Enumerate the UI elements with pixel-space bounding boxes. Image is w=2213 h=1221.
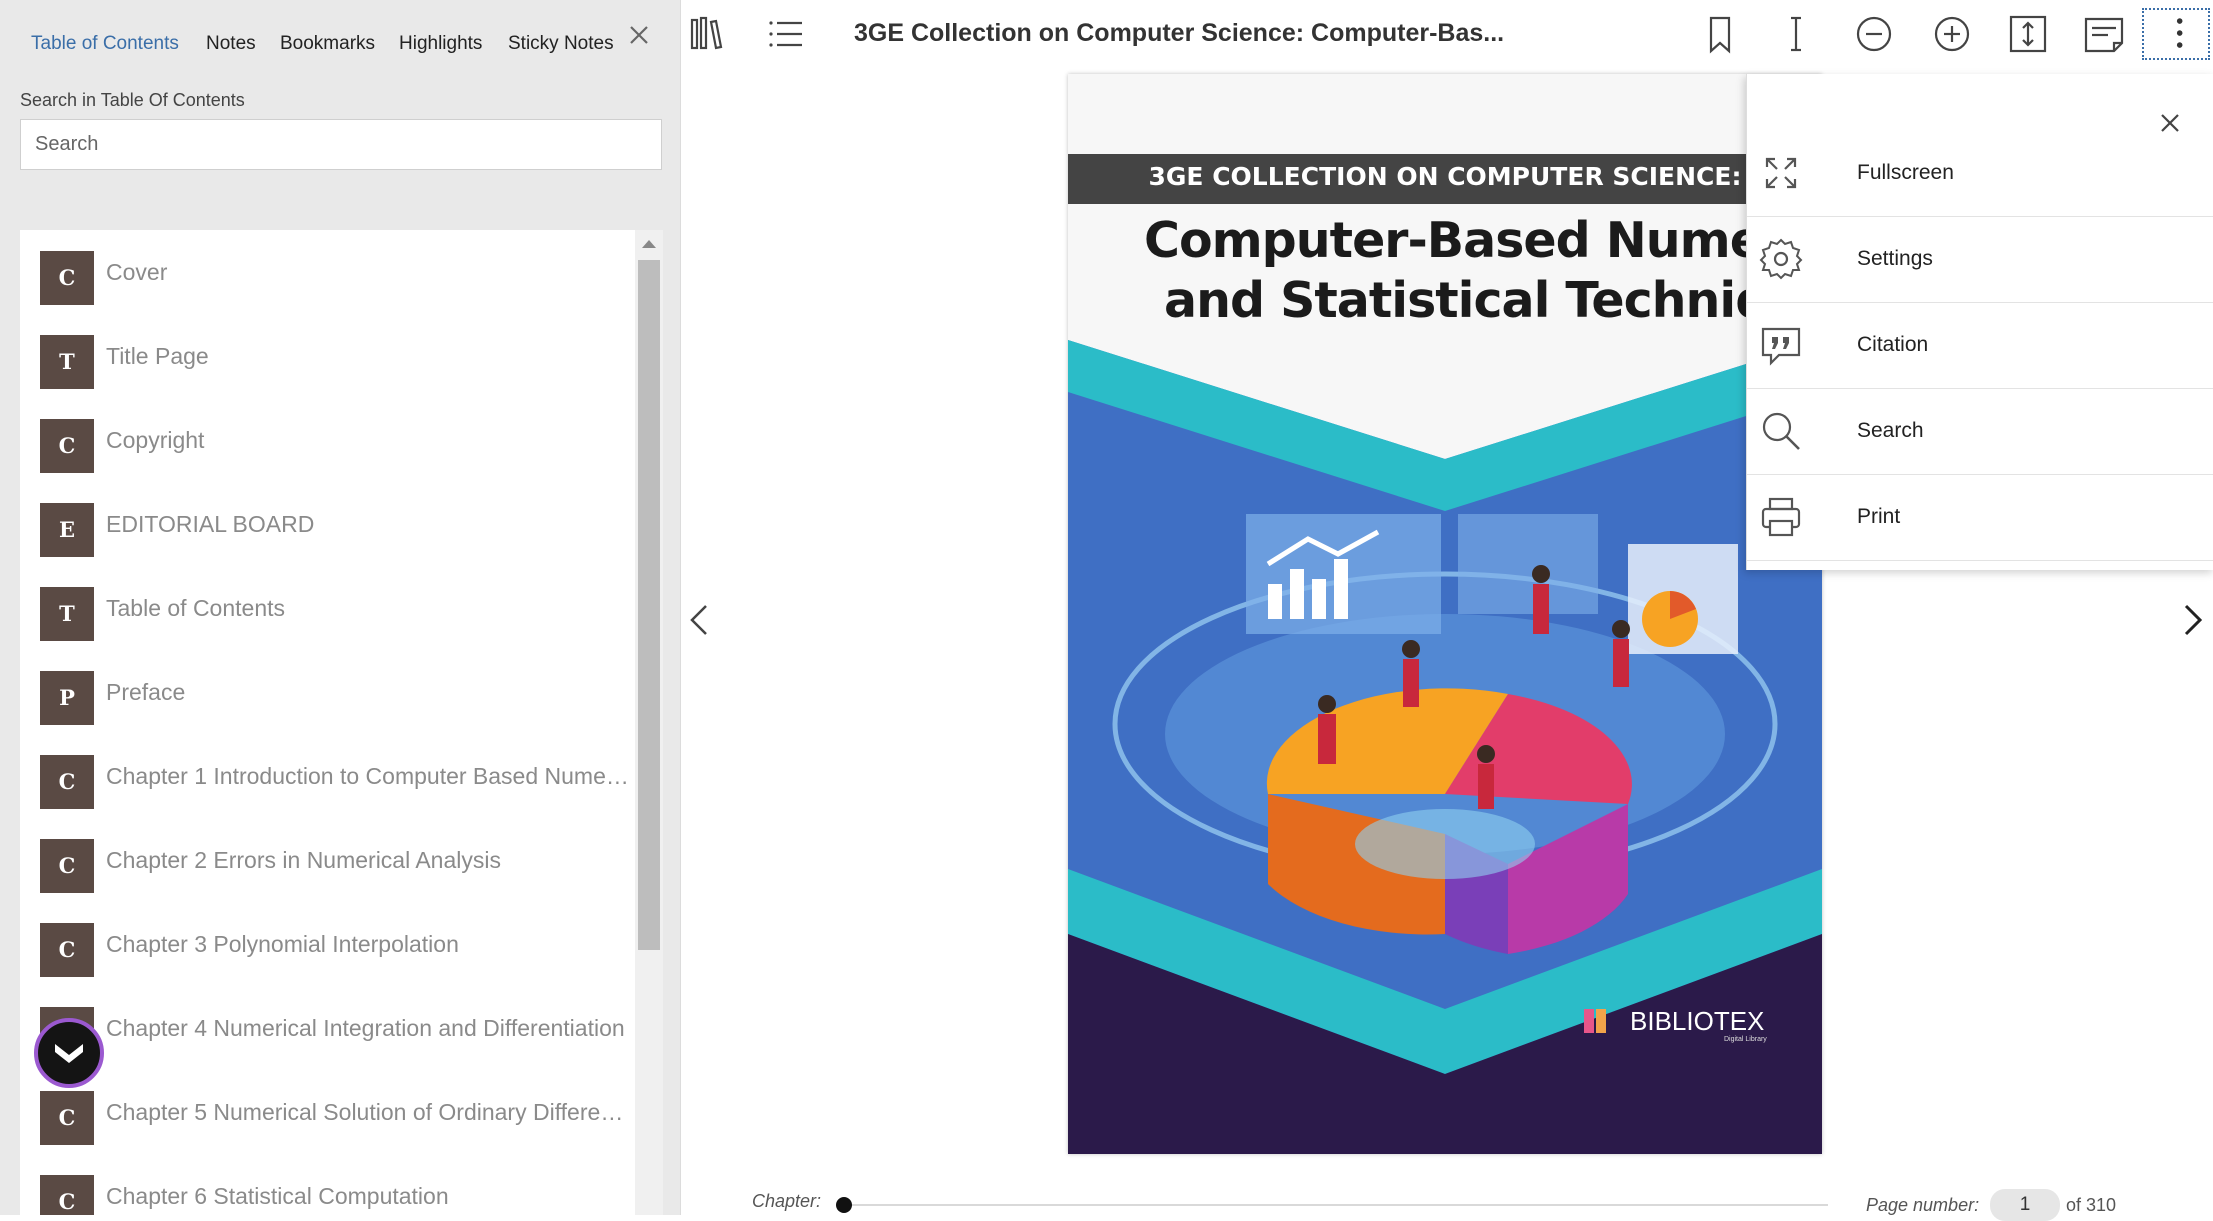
menu-item-label: Search	[1857, 419, 1924, 442]
menu-item-label: Citation	[1857, 333, 1929, 356]
scroll-up-arrow-icon[interactable]	[642, 240, 656, 248]
toc-badge: T	[40, 587, 94, 641]
menu-item-fullscreen[interactable]: Fullscreen	[1747, 130, 2213, 217]
list-icon[interactable]	[762, 10, 810, 58]
zoom-out-icon[interactable]	[1850, 10, 1898, 58]
tab-bookmarks[interactable]: Bookmarks	[280, 33, 375, 55]
toc-item-label: Chapter 1 Introduction to Computer Based…	[106, 763, 631, 789]
bookmark-icon[interactable]	[1696, 10, 1744, 58]
scroll-thumb[interactable]	[638, 260, 660, 950]
side-panel: Table of Contents Notes Bookmarks Highli…	[0, 0, 681, 1215]
toc-item[interactable]: C Chapter 3 Polynomial Interpolation	[20, 902, 635, 987]
toc-badge: E	[40, 503, 94, 557]
book-title: 3GE Collection on Computer Science: Comp…	[854, 19, 1505, 47]
toc-scrollbar[interactable]	[635, 230, 663, 1215]
toc-badge: C	[40, 923, 94, 977]
tab-highlights[interactable]: Highlights	[399, 33, 482, 55]
toc-badge: P	[40, 671, 94, 725]
book-cover: 3GE COLLECTION ON COMPUTER SCIENCE: Comp…	[1068, 74, 1878, 1154]
toc-item-label: EDITORIAL BOARD	[106, 511, 315, 537]
toc-item[interactable]: C Chapter 6 Statistical Computation	[20, 1154, 635, 1215]
menu-item-label: Settings	[1857, 247, 1933, 270]
fullscreen-icon	[1765, 157, 1797, 189]
toc-item-label: Chapter 5 Numerical Solution of Ordinary…	[106, 1099, 631, 1125]
toc-item-label: Chapter 3 Polynomial Interpolation	[106, 931, 459, 957]
toc-search-input[interactable]	[20, 119, 662, 170]
toc-item-label: Preface	[106, 679, 186, 705]
toc-item[interactable]: T Title Page	[20, 314, 635, 399]
page-number-label: Page number:	[1866, 1195, 1980, 1215]
close-panel-icon[interactable]	[622, 18, 656, 52]
publisher-subtitle: Digital Library	[1724, 1036, 1767, 1043]
citation-icon	[1761, 327, 1801, 366]
toc-item-label: Cover	[106, 259, 168, 285]
toc-item[interactable]: P Preface	[20, 650, 635, 735]
more-vertical-icon[interactable]	[2142, 8, 2210, 60]
menu-item-search[interactable]: Search	[1747, 388, 2213, 475]
page-total: of 310	[2066, 1195, 2117, 1215]
toc-item[interactable]: C Chapter 5 Numerical Solution of Ordina…	[20, 1070, 635, 1155]
menu-item-print[interactable]: Print	[1747, 474, 2213, 561]
toc-item[interactable]: C Chapter 2 Errors in Numerical Analysis	[20, 818, 635, 903]
toc-badge: C	[40, 1091, 94, 1145]
toc-item-label: Chapter 4 Numerical Integration and Diff…	[106, 1015, 625, 1041]
tab-sticky-notes[interactable]: Sticky Notes	[508, 33, 614, 55]
menu-item-label: Print	[1857, 505, 1901, 528]
chapter-label: Chapter:	[752, 1191, 822, 1211]
toc-item[interactable]: C Cover	[20, 230, 635, 315]
toc-badge: C	[40, 419, 94, 473]
publisher-name: BIBLIOTEX	[1630, 1006, 1765, 1036]
menu-item-settings[interactable]: Settings	[1747, 216, 2213, 303]
toc-badge: C	[40, 839, 94, 893]
toc-badge: C	[40, 755, 94, 809]
cover-series: 3GE COLLECTION ON COMPUTER SCIENCE:	[1148, 162, 1742, 191]
toc-item[interactable]: E EDITORIAL BOARD	[20, 482, 635, 567]
toc-item-label: Title Page	[106, 343, 209, 369]
fit-height-icon[interactable]	[2004, 10, 2052, 58]
next-page-icon[interactable]	[2172, 600, 2212, 640]
toc-item[interactable]: C Chapter 1 Introduction to Computer Bas…	[20, 734, 635, 819]
search-icon	[1762, 412, 1800, 450]
toc-item-label: Copyright	[106, 427, 205, 453]
toc-search-label: Search in Table Of Contents	[20, 90, 245, 110]
page-number-input[interactable]	[1990, 1189, 2060, 1221]
toc-list: C Cover T Title Page C Copyright E EDITO…	[20, 230, 635, 1215]
gear-icon	[1759, 238, 1803, 280]
toc-badge: T	[40, 335, 94, 389]
text-cursor-icon[interactable]	[1772, 10, 1820, 58]
floating-chevron-button[interactable]	[34, 1018, 104, 1088]
library-icon[interactable]	[684, 10, 732, 58]
chapter-slider-track[interactable]	[842, 1204, 1828, 1206]
toc-item-label: Table of Contents	[106, 595, 286, 621]
toc-badge: C	[40, 1175, 94, 1215]
more-menu: Fullscreen Settings Citation Search Prin…	[1746, 74, 2213, 570]
zoom-in-icon[interactable]	[1928, 10, 1976, 58]
printer-icon	[1761, 497, 1801, 537]
toc-item[interactable]: C Chapter 4 Numerical Integration and Di…	[20, 986, 635, 1071]
toc-item-label: Chapter 6 Statistical Computation	[106, 1183, 449, 1209]
menu-item-label: Fullscreen	[1857, 161, 1954, 184]
toc-item-label: Chapter 2 Errors in Numerical Analysis	[106, 847, 501, 873]
toc-item[interactable]: T Table of Contents	[20, 566, 635, 651]
toc-item[interactable]: C Copyright	[20, 398, 635, 483]
panel-tabs: Table of Contents Notes Bookmarks Highli…	[0, 0, 680, 90]
previous-page-icon[interactable]	[680, 600, 720, 640]
chevron-down-icon	[55, 1044, 83, 1063]
cover-title-line1: Computer-Based Numerical	[1144, 212, 1878, 269]
toc-badge: C	[40, 251, 94, 305]
menu-item-citation[interactable]: Citation	[1747, 302, 2213, 389]
tab-notes[interactable]: Notes	[206, 33, 256, 55]
notes-icon[interactable]	[2080, 10, 2128, 58]
chapter-slider-handle[interactable]	[836, 1197, 852, 1213]
tab-table-of-contents[interactable]: Table of Contents	[31, 33, 179, 55]
